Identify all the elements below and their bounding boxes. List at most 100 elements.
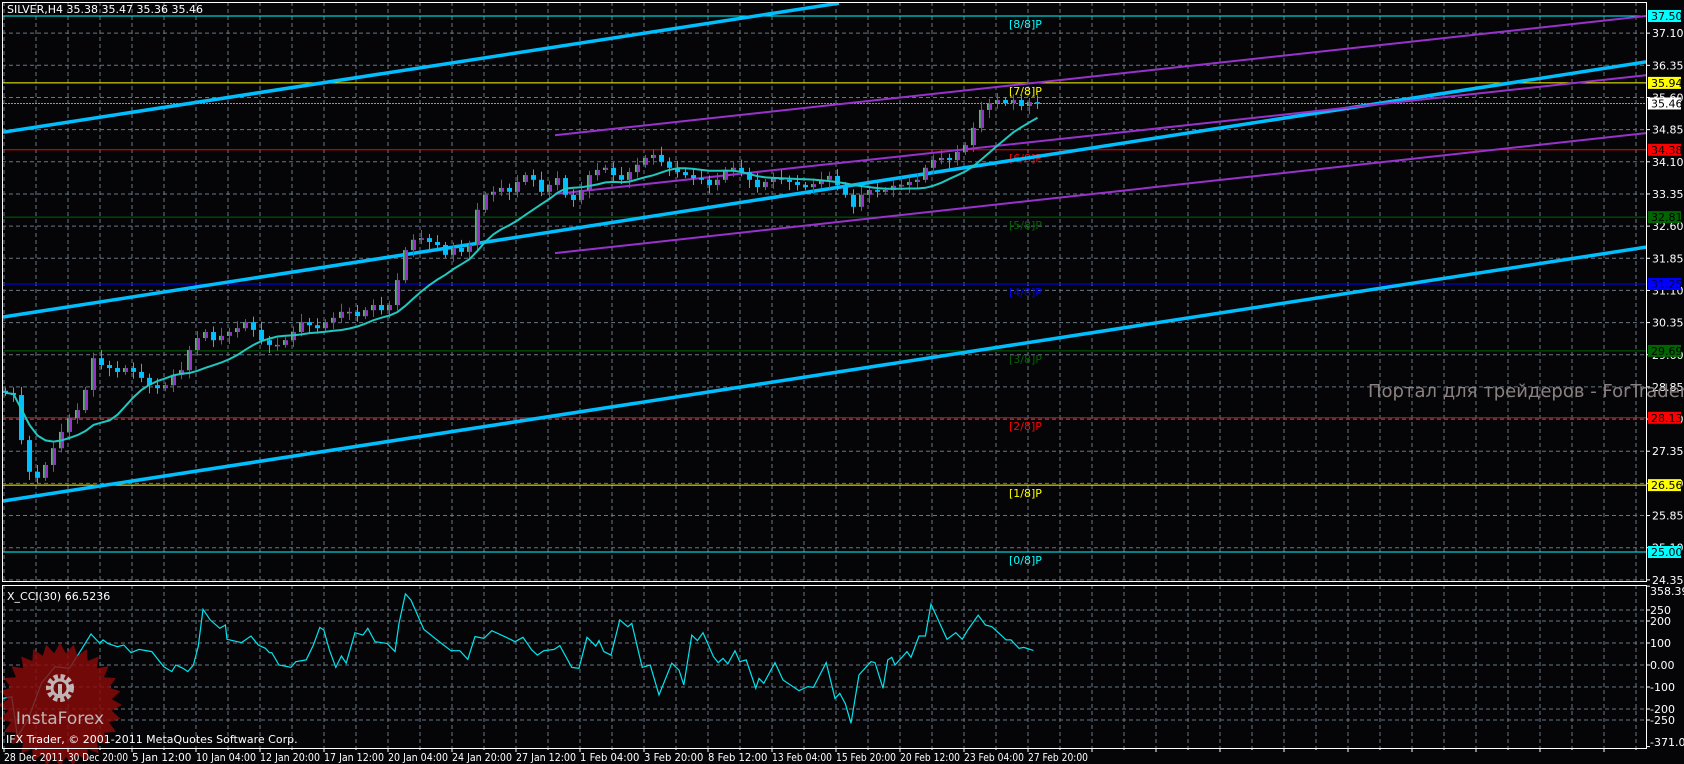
bear-candle — [27, 440, 32, 472]
murrey-level-price-badge: 28.13 — [1651, 412, 1683, 425]
time-axis-label: 12 Jan 20:00 — [260, 751, 320, 764]
bull-candle-accent — [395, 280, 397, 306]
bull-candle-accent — [67, 418, 69, 432]
bear-candle — [947, 157, 952, 161]
time-axis-label: 17 Jan 12:00 — [324, 751, 384, 764]
bear-candle — [835, 175, 840, 185]
bear-candle — [659, 154, 664, 162]
bull-candle-accent — [595, 169, 597, 176]
logo-text: InstaForex — [16, 709, 104, 729]
murrey-level-price-badge: 25.00 — [1651, 546, 1683, 559]
cci-axis-label: -100 — [1650, 681, 1675, 694]
bull-candle-accent — [235, 328, 237, 333]
time-axis-label: 10 Jan 04:00 — [196, 751, 256, 764]
murrey-level-price-badge: 31.25 — [1651, 278, 1683, 291]
bull-candle-accent — [499, 187, 501, 192]
bull-candle-accent — [883, 190, 885, 192]
time-axis-label: 27 Jan 12:00 — [516, 751, 576, 764]
bear-candle — [795, 181, 800, 185]
murrey-level-label: [2/8]P — [1009, 420, 1042, 433]
regression-channel-line — [554, 132, 1646, 255]
bear-candle — [211, 332, 216, 341]
bull-candle-accent — [867, 190, 869, 195]
current-price-badge: 35.46 — [1651, 97, 1683, 110]
bull-candle-accent — [1011, 100, 1013, 104]
copyright-text: IFX Trader, © 2001-2011 MetaQuotes Softw… — [6, 733, 298, 746]
time-axis-label: 5 Jan 12:00 — [132, 751, 191, 764]
bear-candle — [259, 329, 264, 341]
bull-candle-accent — [51, 448, 53, 465]
bull-candle-accent — [387, 305, 389, 311]
bull-candle-accent — [331, 317, 333, 323]
bull-candle-accent — [347, 311, 349, 314]
bear-candle — [459, 247, 464, 252]
bull-candle-accent — [323, 322, 325, 329]
bear-candle — [155, 385, 160, 389]
bull-candle-accent — [915, 179, 917, 182]
regression-channel-line — [554, 15, 1646, 137]
bull-candle-accent — [859, 194, 861, 207]
bull-candle-accent — [651, 154, 653, 158]
time-axis-label: 20 Jan 04:00 — [388, 751, 448, 764]
murrey-level-price-badge: 26.56 — [1651, 479, 1683, 492]
cci-axis-label: 0.00 — [1650, 659, 1675, 672]
price-axis-label: 34.10 — [1652, 156, 1684, 169]
bull-candle-accent — [467, 244, 469, 252]
bull-candle-accent — [627, 172, 629, 180]
bear-candle — [755, 179, 760, 188]
trend-channel-line — [2, 2, 840, 134]
bull-candle-accent — [195, 338, 197, 351]
bear-candle — [843, 184, 848, 195]
bull-candle-accent — [403, 250, 405, 281]
bear-candle — [691, 175, 696, 179]
bear-candle — [707, 179, 712, 185]
bull-candle-accent — [187, 350, 189, 371]
bull-candle-accent — [475, 209, 477, 245]
bear-candle — [699, 178, 704, 180]
bear-candle — [531, 175, 536, 180]
bull-candle-accent — [371, 305, 373, 311]
bear-candle — [35, 471, 40, 478]
bull-candle-accent — [979, 109, 981, 128]
bull-candle-accent — [939, 157, 941, 161]
bull-candle-accent — [899, 184, 901, 187]
bull-candle-accent — [75, 410, 77, 419]
time-axis-label: 24 Jan 20:00 — [452, 751, 512, 764]
cci-axis-label: -250 — [1650, 714, 1675, 727]
bull-candle-accent — [963, 145, 965, 152]
murrey-level-label: [8/8]P — [1009, 18, 1042, 31]
chart-symbol-label: SILVER,H4 35.38 35.47 35.36 35.46 — [7, 3, 203, 16]
bear-candle — [435, 241, 440, 245]
bull-candle-accent — [339, 311, 341, 318]
bear-candle — [115, 368, 120, 372]
price-axis-label: 36.35 — [1652, 59, 1684, 72]
time-axis: 28 Dec 2011 30 Dec 20:00 5 Jan 12:00 10 Jan… — [3, 748, 1637, 764]
watermark-text: Портал для трейдеров - ForTrader.ru — [1368, 381, 1684, 402]
cci-axis-label: 200 — [1650, 615, 1671, 628]
time-axis-label: 3 Feb 20:00 — [644, 751, 703, 764]
bull-candle-accent — [715, 179, 717, 185]
bull-candle-accent — [731, 167, 733, 170]
bear-candle — [667, 161, 672, 168]
bull-candle-accent — [995, 100, 997, 104]
bear-candle — [139, 371, 144, 378]
bull-candle-accent — [275, 344, 277, 347]
bull-candle-accent — [603, 167, 605, 170]
bull-candle-accent — [299, 322, 301, 333]
murrey-level-label: [0/8]P — [1009, 554, 1042, 567]
bear-candle — [619, 175, 624, 180]
murrey-level-price-badge: 37.50 — [1651, 10, 1683, 23]
price-axis-label: 34.85 — [1652, 124, 1684, 137]
murrey-level-label: [5/8]P — [1009, 219, 1042, 232]
bear-candle — [571, 194, 576, 200]
bull-candle-accent — [955, 151, 957, 161]
bear-candle — [1003, 100, 1008, 104]
trend-channel-line — [2, 245, 1646, 503]
candles — [3, 91, 1040, 484]
murrey-level-price-badge: 29.69 — [1651, 345, 1683, 358]
bull-candle-accent — [483, 194, 485, 210]
main-panel-frame — [2, 2, 1647, 582]
bull-candle-accent — [515, 181, 517, 192]
time-axis-label: 1 Feb 04:00 — [580, 751, 639, 764]
bull-candle-accent — [587, 175, 589, 191]
